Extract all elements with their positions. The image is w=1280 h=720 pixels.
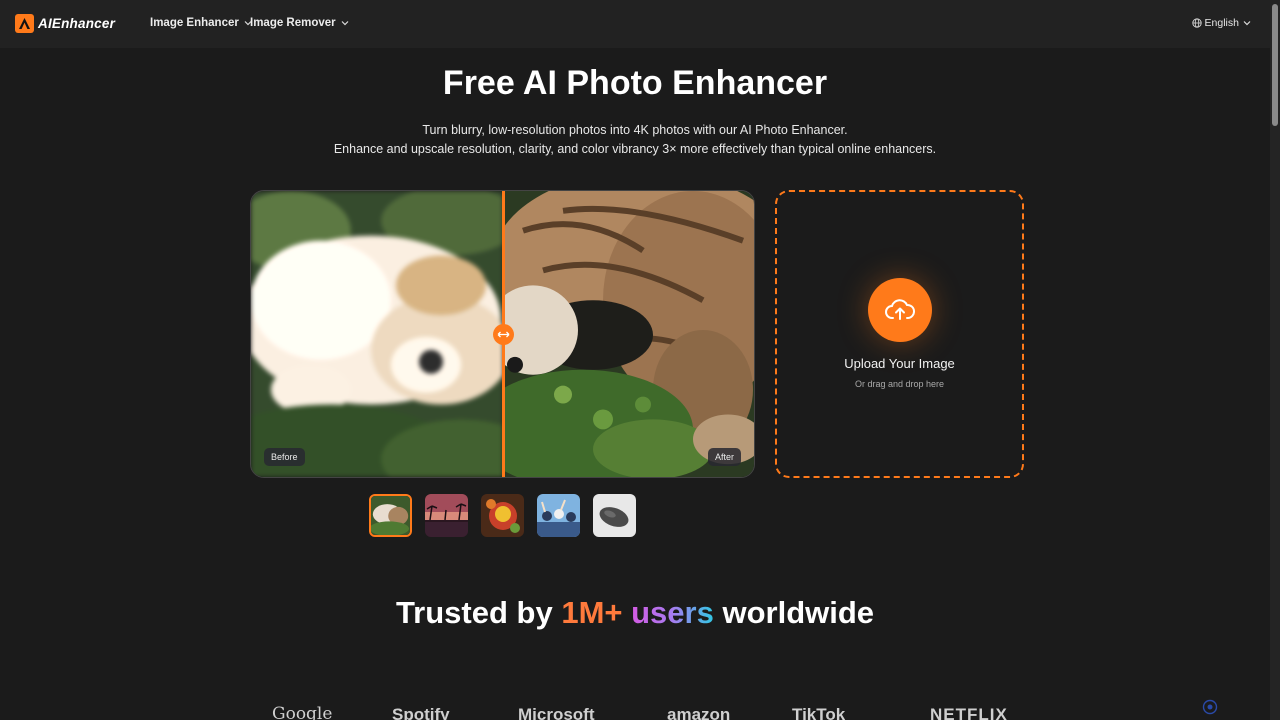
sample-thumbnail-mouse[interactable] bbox=[593, 494, 636, 537]
brand-tiktok-logo: TikTok bbox=[792, 706, 846, 720]
arrows-horizontal-icon bbox=[497, 331, 510, 338]
trusted-highlight-count: 1M+ bbox=[561, 595, 623, 630]
sample-thumbnail-cartoon[interactable] bbox=[481, 494, 524, 537]
scrollbar[interactable] bbox=[1270, 0, 1280, 720]
thumbnail-image bbox=[593, 494, 636, 537]
before-image bbox=[251, 191, 503, 477]
brand-microsoft-logo: Microsoft bbox=[518, 706, 595, 720]
brand-amazon-logo: amazon bbox=[667, 706, 731, 720]
thumbnail-image bbox=[537, 494, 580, 537]
support-chat-icon[interactable] bbox=[1202, 699, 1218, 715]
before-after-comparison[interactable]: Before After bbox=[250, 190, 755, 478]
hero-subtitle-line2: Enhance and upscale resolution, clarity,… bbox=[333, 142, 937, 156]
hero-subtitle-line1: Turn blurry, low-resolution photos into … bbox=[422, 123, 848, 137]
logo-mark-icon bbox=[15, 14, 34, 33]
nav-image-enhancer-label: Image Enhancer bbox=[150, 17, 239, 29]
language-label: English bbox=[1204, 17, 1239, 29]
after-label: After bbox=[707, 448, 741, 466]
cloud-upload-icon bbox=[885, 299, 915, 320]
sample-thumbnail-crowd[interactable] bbox=[537, 494, 580, 537]
page-title: Free AI Photo Enhancer bbox=[442, 64, 828, 102]
navbar: AIEnhancer Image Enhancer Image Remover … bbox=[0, 0, 1270, 48]
logo-text: AIEnhancer bbox=[38, 16, 116, 31]
nav-image-enhancer[interactable]: Image Enhancer bbox=[150, 17, 252, 29]
thumbnail-image bbox=[425, 494, 468, 537]
scrollbar-thumb[interactable] bbox=[1272, 4, 1278, 126]
globe-icon bbox=[1191, 18, 1202, 28]
after-image bbox=[503, 191, 754, 477]
sample-thumbnail-sunset[interactable] bbox=[425, 494, 468, 537]
nav-image-remover-label: Image Remover bbox=[250, 17, 336, 29]
nav-image-remover[interactable]: Image Remover bbox=[250, 17, 349, 29]
trusted-heading: Trusted by 1M+ users worldwide bbox=[0, 595, 1270, 631]
trusted-suffix: worldwide bbox=[713, 595, 875, 630]
chevron-down-icon bbox=[1243, 21, 1251, 26]
brand-google-logo: Google bbox=[272, 706, 333, 720]
thumbnail-image bbox=[481, 494, 524, 537]
sample-thumbnail-cat-dog[interactable] bbox=[369, 494, 412, 537]
upload-hint: Or drag and drop here bbox=[854, 379, 945, 389]
before-label: Before bbox=[264, 448, 305, 466]
chevron-down-icon bbox=[341, 21, 349, 26]
upload-title: Upload Your Image bbox=[844, 356, 955, 371]
trusted-highlight-users: users bbox=[631, 595, 714, 630]
upload-dropzone[interactable]: Upload Your Image Or drag and drop here bbox=[775, 190, 1024, 478]
logo[interactable]: AIEnhancer bbox=[15, 14, 115, 33]
brand-spotify-logo: Spotify bbox=[392, 706, 450, 720]
thumbnail-image bbox=[371, 496, 410, 535]
trusted-prefix: Trusted by bbox=[395, 595, 562, 630]
comparison-handle[interactable] bbox=[493, 324, 514, 345]
language-selector[interactable]: English bbox=[1191, 17, 1254, 29]
brand-netflix-logo: NETFLIX bbox=[930, 706, 1008, 720]
upload-button[interactable] bbox=[868, 278, 932, 342]
